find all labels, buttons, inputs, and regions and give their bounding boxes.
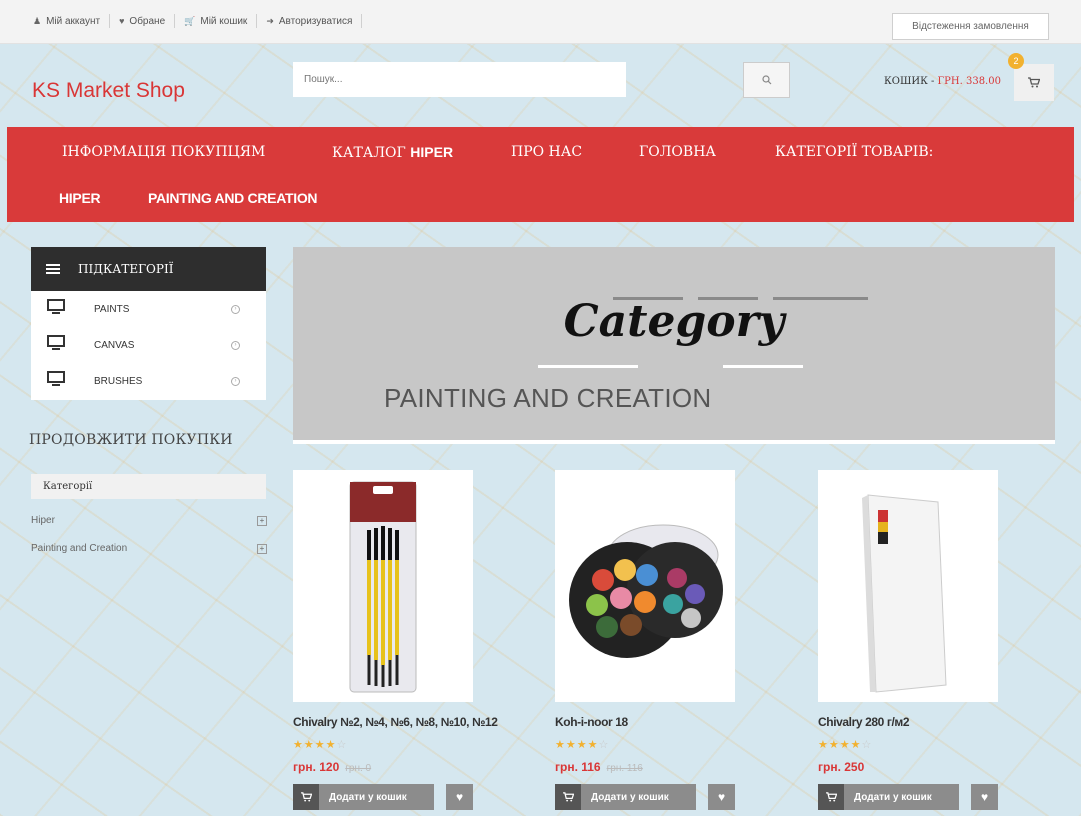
subcategory-label: BRUSHES <box>94 375 143 387</box>
rating-stars: ★★★★☆ <box>293 739 348 751</box>
search-button[interactable] <box>743 62 790 98</box>
cart-icon <box>293 784 319 810</box>
add-to-cart-button[interactable]: Додати у кошик <box>293 784 434 810</box>
decor-strip <box>723 365 803 368</box>
cart-icon <box>818 784 844 810</box>
subcategories-header: ПІДКАТЕГОРІЇ <box>31 247 266 291</box>
nav-painting-and-creation[interactable]: PAINTING AND CREATION <box>148 190 318 206</box>
subcategories-title: ПІДКАТЕГОРІЇ <box>78 262 174 276</box>
my-account-link[interactable]: ♟ Мій аккаунт <box>33 14 111 28</box>
banner-script-title: Category <box>563 296 785 347</box>
rating-stars: ★★★★☆ <box>555 739 610 751</box>
search-input[interactable] <box>293 62 626 97</box>
add-to-wishlist-button[interactable]: ♥ <box>971 784 998 810</box>
top-bar: ♟ Мій аккаунт ♥ Обране 🛒 Мій кошик ➜ Авт… <box>0 0 1081 44</box>
continue-shopping-title: ПРОДОВЖИТИ ПОКУПКИ <box>29 432 233 448</box>
cart-button[interactable] <box>1014 64 1054 101</box>
cart-count-badge: 2 <box>1008 53 1024 69</box>
nav-about[interactable]: ПРО НАС <box>511 144 582 160</box>
add-to-wishlist-button[interactable]: ♥ <box>446 784 473 810</box>
product-name[interactable]: Koh-i-noor 18 <box>555 715 628 729</box>
product-price: грн. 250 <box>818 760 864 774</box>
rating-stars: ★★★★☆ <box>818 739 873 751</box>
signin-icon: ➜ <box>266 15 274 26</box>
category-link-hiper[interactable]: Hiper <box>31 515 55 526</box>
nav-info-for-buyers[interactable]: ІНФОРМАЦІЯ ПОКУПЦЯМ <box>62 144 265 160</box>
watercolor-image <box>569 524 723 658</box>
main-navigation: ІНФОРМАЦІЯ ПОКУПЦЯМ КАТАЛОГ HIPER ПРО НА… <box>7 127 1074 222</box>
product-image-canvas[interactable] <box>818 470 998 702</box>
categories-title: Категорії <box>31 474 266 499</box>
account-links: ♟ Мій аккаунт ♥ Обране 🛒 Мій кошик ➜ Авт… <box>33 14 363 28</box>
search-icon <box>761 75 771 85</box>
price-current: грн. 120 <box>293 760 340 774</box>
monitor-icon <box>47 299 65 314</box>
nav-catalog-hiper[interactable]: КАТАЛОГ HIPER <box>332 144 453 161</box>
add-to-wishlist-button[interactable]: ♥ <box>708 784 735 810</box>
decor-strip <box>538 365 638 368</box>
subcategory-brushes[interactable]: BRUSHES › <box>31 363 266 399</box>
canvas-image <box>862 494 947 693</box>
add-to-cart-label: Додати у кошик <box>329 791 407 803</box>
arrow-right-icon: › <box>231 340 240 350</box>
my-cart-label: Мій кошик <box>200 15 248 27</box>
nav-catalog-label: КАТАЛОГ <box>332 145 411 161</box>
heart-icon: ♥ <box>119 16 125 26</box>
cart-label: КОШИК - <box>884 76 938 87</box>
arrow-right-icon: › <box>231 376 240 386</box>
banner-subtitle: PAINTING AND CREATION <box>384 383 712 413</box>
subcategory-label: PAINTS <box>94 303 130 315</box>
price-old: грн. 116 <box>606 763 643 774</box>
brushes-image <box>349 481 417 693</box>
heart-icon: ♥ <box>717 790 726 804</box>
order-tracking-button[interactable]: Відстеження замовлення <box>892 13 1049 40</box>
monitor-icon <box>47 335 65 350</box>
category-link-painting[interactable]: Painting and Creation <box>31 543 127 554</box>
menu-icon <box>46 264 60 274</box>
subcategory-label: CANVAS <box>94 339 135 351</box>
add-to-cart-label: Додати у кошик <box>591 791 669 803</box>
price-current: грн. 250 <box>818 760 865 774</box>
banner-divider <box>293 440 1055 444</box>
nav-home[interactable]: ГОЛОВНА <box>639 144 716 160</box>
nav-categories[interactable]: КАТЕГОРІЇ ТОВАРІВ: <box>775 144 933 160</box>
site-logo[interactable]: KS Market Shop <box>32 79 185 103</box>
cart-icon <box>1028 77 1040 88</box>
add-to-cart-label: Додати у кошик <box>854 791 932 803</box>
nav-catalog-hiper-label: HIPER <box>410 144 454 160</box>
heart-icon: ♥ <box>980 790 989 804</box>
add-to-cart-button[interactable]: Додати у кошик <box>818 784 959 810</box>
cart-icon <box>555 784 581 810</box>
product-image-watercolor[interactable] <box>555 470 735 702</box>
wishlist-link[interactable]: ♥ Обране <box>110 14 176 28</box>
cart-summary[interactable]: КОШИК - ГРН. 338.00 <box>884 76 1001 87</box>
login-label: Авторизуватися <box>278 15 353 27</box>
subcategory-paints[interactable]: PAINTS › <box>31 291 266 327</box>
cart-amount: ГРН. 338.00 <box>937 76 1001 87</box>
heart-icon: ♥ <box>455 790 464 804</box>
subcategory-canvas[interactable]: CANVAS › <box>31 327 266 363</box>
monitor-icon <box>47 371 65 386</box>
price-old: грн. 0 <box>345 763 372 774</box>
product-name[interactable]: Chivalry 280 г/м2 <box>818 715 910 729</box>
product-price: грн. 120 грн. 0 <box>293 760 371 774</box>
product-price: грн. 116 грн. 116 <box>555 760 643 774</box>
my-cart-link[interactable]: 🛒 Мій кошик <box>175 14 258 28</box>
expand-plus-icon[interactable]: + <box>257 516 267 526</box>
subcategories-list: PAINTS › CANVAS › BRUSHES › <box>31 291 266 400</box>
wishlist-label: Обране <box>129 15 166 27</box>
login-link[interactable]: ➜ Авторизуватися <box>257 14 363 28</box>
product-image-brushes[interactable] <box>293 470 473 702</box>
product-name[interactable]: Chivalry №2, №4, №6, №8, №10, №12 <box>293 715 498 729</box>
price-current: грн. 116 <box>555 760 601 774</box>
cart-icon: 🛒 <box>184 15 196 26</box>
my-account-label: Мій аккаунт <box>46 15 101 27</box>
expand-plus-icon[interactable]: + <box>257 544 267 554</box>
category-banner: Category PAINTING AND CREATION <box>293 247 1055 440</box>
nav-hiper[interactable]: HIPER <box>59 190 101 206</box>
user-icon: ♟ <box>33 15 42 26</box>
arrow-right-icon: › <box>231 304 240 314</box>
add-to-cart-button[interactable]: Додати у кошик <box>555 784 696 810</box>
